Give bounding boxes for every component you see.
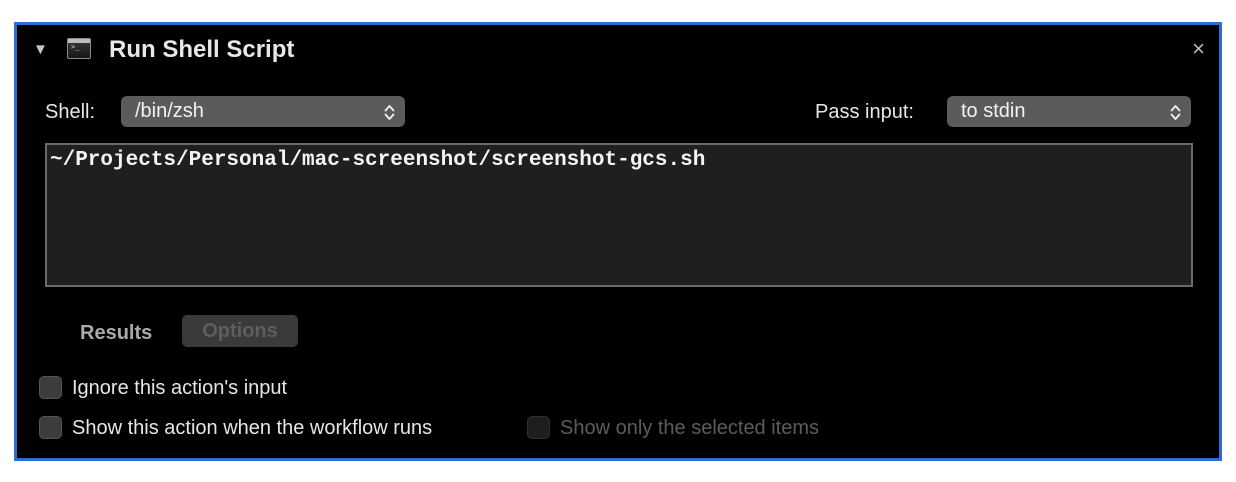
action-header: ▼ >_ Run Shell Script × — [17, 25, 1219, 77]
ignore-input-checkbox[interactable] — [39, 376, 62, 399]
pass-input-popup[interactable]: to stdin — [947, 96, 1191, 127]
pass-input-popup-value: to stdin — [961, 100, 1026, 122]
close-icon[interactable]: × — [1192, 37, 1205, 61]
shell-popup-value: /bin/zsh — [135, 100, 204, 122]
pass-input-label: Pass input: — [815, 101, 914, 123]
shell-label: Shell: — [45, 101, 96, 123]
show-when-runs-label[interactable]: Show this action when the workflow runs — [72, 416, 432, 440]
tab-options[interactable]: Options — [182, 315, 298, 347]
run-shell-script-action: ▼ >_ Run Shell Script × Shell: /bin/zsh … — [14, 22, 1222, 461]
chevron-up-down-icon — [1170, 96, 1181, 127]
show-when-runs-checkbox[interactable] — [39, 416, 62, 439]
show-selected-only-label: Show only the selected items — [560, 417, 820, 439]
disclosure-triangle-icon[interactable]: ▼ — [33, 41, 48, 59]
tab-results[interactable]: Results — [80, 318, 152, 348]
show-selected-only-checkbox[interactable] — [527, 416, 550, 439]
script-editor[interactable]: ~/Projects/Personal/mac-screenshot/scree… — [45, 143, 1193, 287]
chevron-up-down-icon — [384, 96, 395, 127]
ignore-input-label[interactable]: Ignore this action's input — [72, 376, 287, 400]
terminal-icon: >_ — [67, 38, 91, 59]
shell-popup[interactable]: /bin/zsh — [121, 96, 405, 127]
action-title: Run Shell Script — [109, 36, 295, 63]
